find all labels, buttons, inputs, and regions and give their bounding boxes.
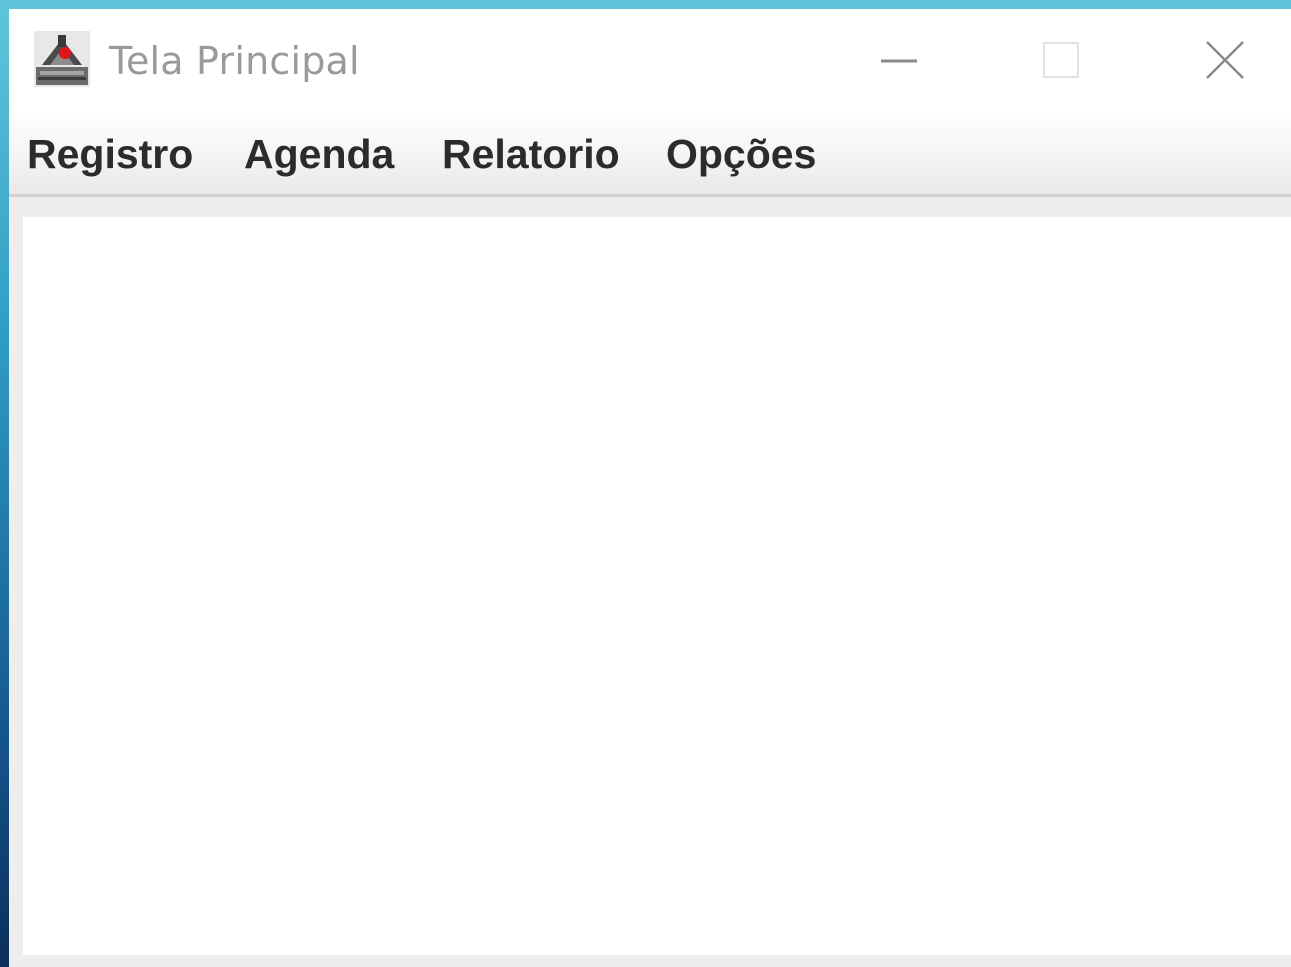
window-title: Tela Principal: [109, 39, 360, 83]
minimize-icon: [881, 59, 917, 63]
maximize-button[interactable]: [991, 9, 1131, 111]
menu-relatorio[interactable]: Relatorio: [442, 131, 620, 178]
main-window: Tela Principal Registro Agenda Relatorio…: [9, 9, 1291, 967]
close-button[interactable]: [1155, 9, 1291, 111]
menu-bar: Registro Agenda Relatorio Opções: [9, 111, 1291, 197]
minimize-button[interactable]: [829, 9, 969, 111]
close-icon: [1206, 41, 1244, 79]
content-panel: [23, 217, 1291, 955]
menu-agenda[interactable]: Agenda: [244, 131, 394, 178]
content-frame: [9, 197, 1291, 967]
java-app-icon: [34, 31, 90, 87]
menu-opcoes[interactable]: Opções: [666, 131, 816, 178]
title-bar[interactable]: Tela Principal: [9, 9, 1291, 111]
menu-registro[interactable]: Registro: [27, 131, 193, 178]
maximize-icon: [1043, 42, 1079, 78]
